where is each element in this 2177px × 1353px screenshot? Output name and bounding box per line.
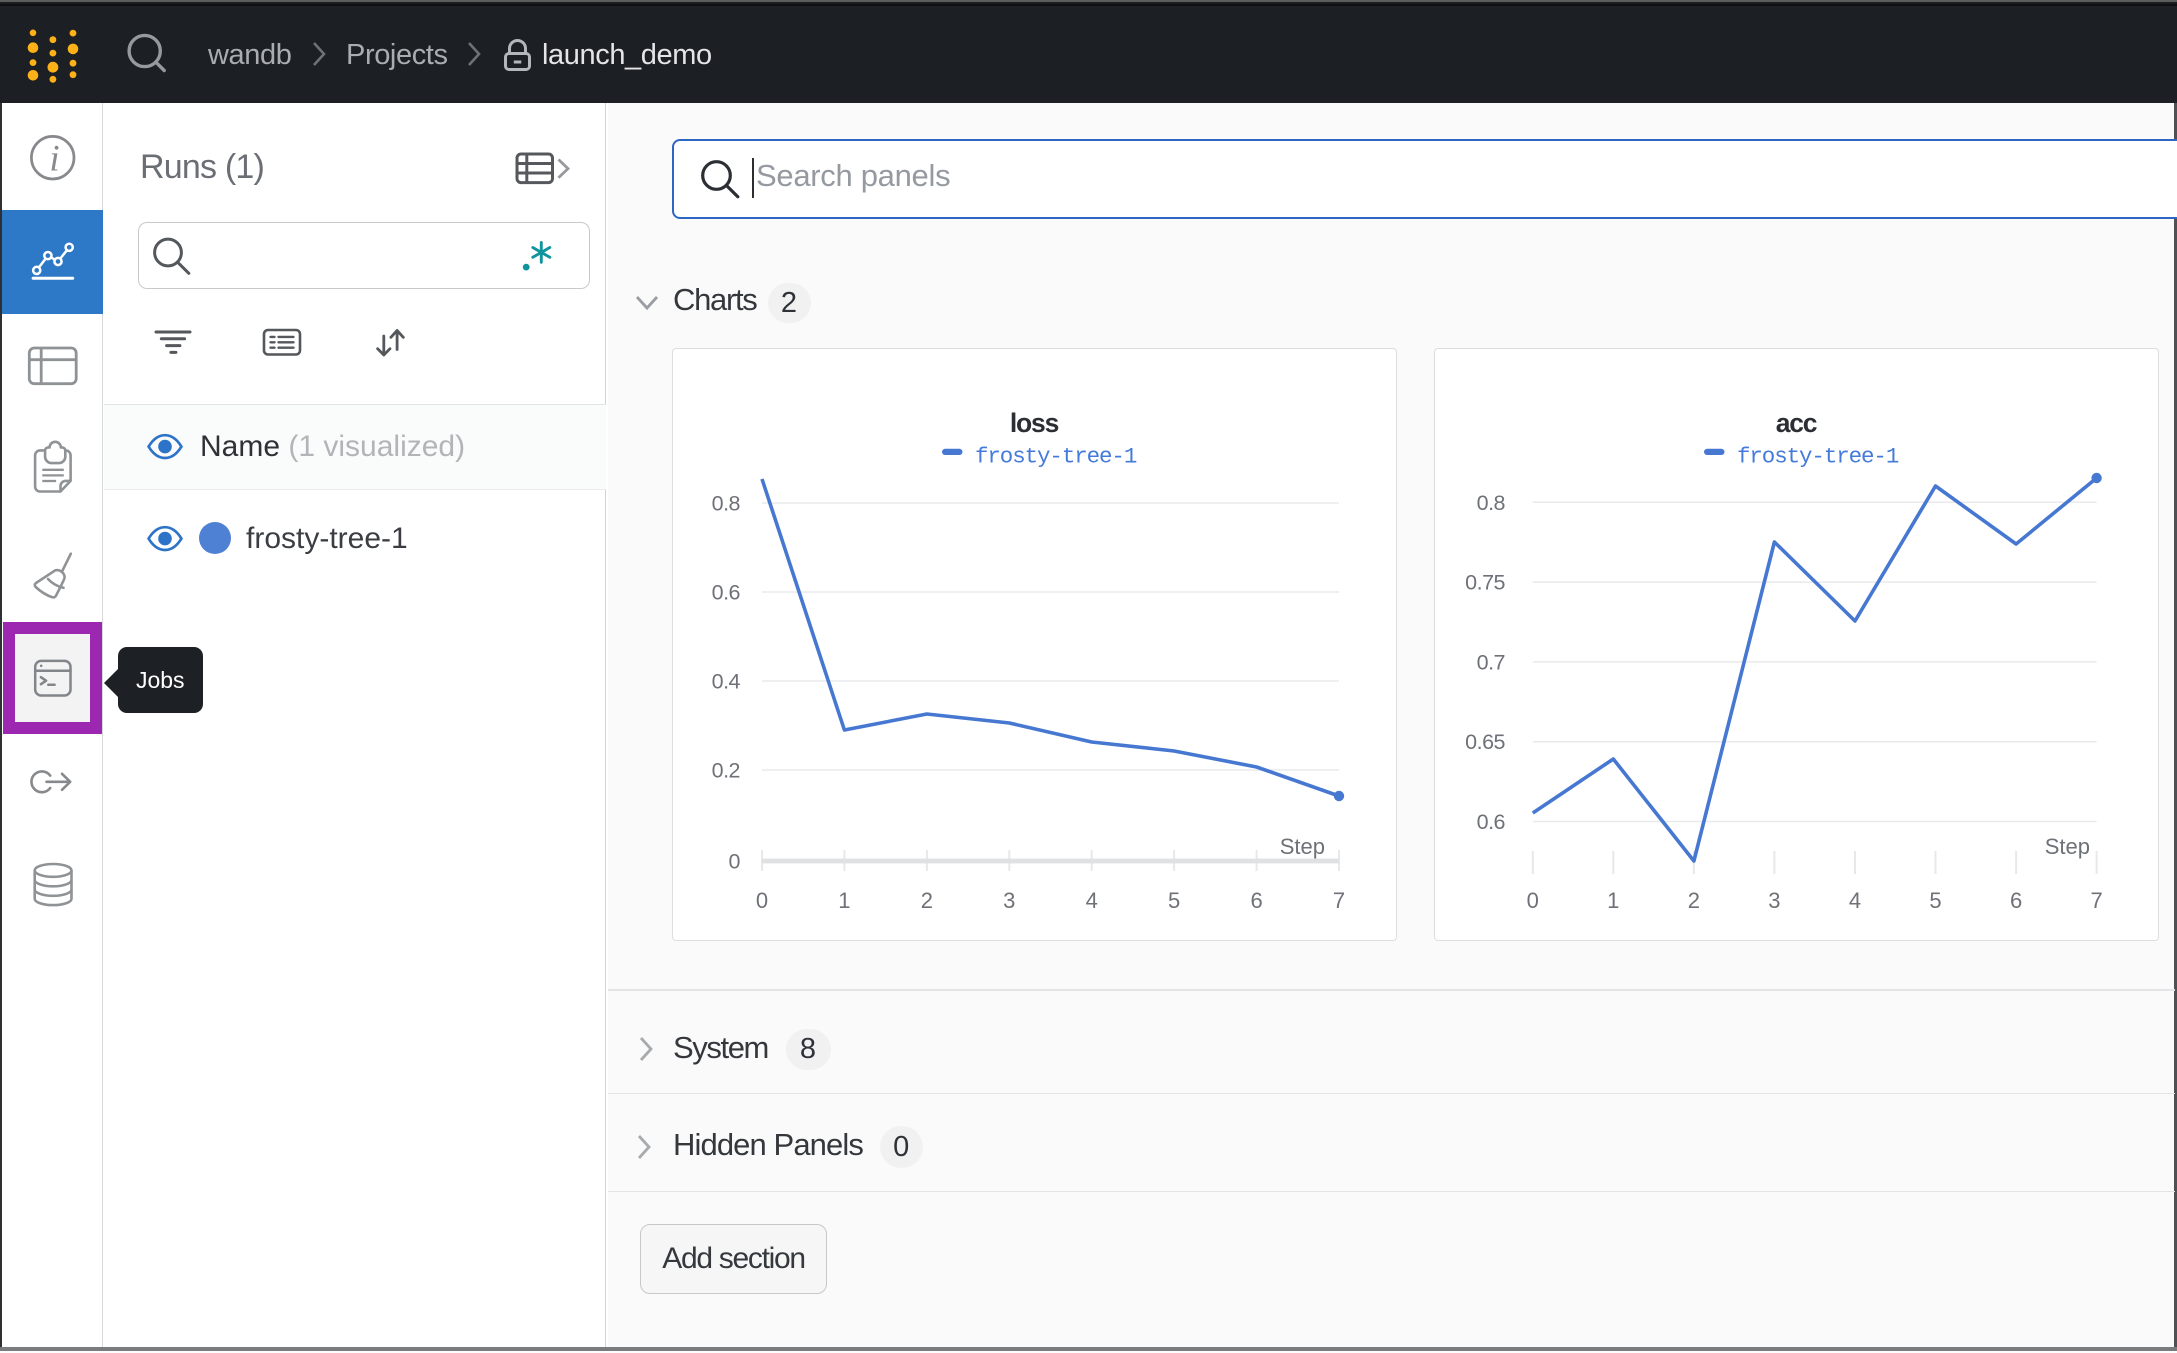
svg-text:0.75: 0.75 [1465,571,1505,595]
svg-text:0.8: 0.8 [1477,491,1506,515]
svg-text:0: 0 [729,850,741,874]
svg-text:frosty-tree-1: frosty-tree-1 [1737,444,1899,470]
svg-text:5: 5 [1929,888,1941,913]
svg-text:0.2: 0.2 [712,759,740,783]
svg-text:1: 1 [1607,888,1619,913]
svg-text:2: 2 [1688,888,1700,913]
svg-text:Step: Step [2045,834,2090,859]
svg-text:i: i [49,139,59,180]
svg-text:2: 2 [921,888,933,913]
svg-text:3: 3 [1003,888,1015,913]
svg-text:acc: acc [1776,408,1817,438]
svg-text:5: 5 [1168,888,1180,913]
svg-text:7: 7 [2090,888,2102,913]
svg-text:7: 7 [1333,888,1345,913]
svg-text:4: 4 [1086,888,1098,913]
svg-text:0.65: 0.65 [1465,730,1505,754]
svg-text:0: 0 [756,888,768,913]
svg-text:0.8: 0.8 [712,492,741,516]
svg-text:0.6: 0.6 [712,581,741,605]
svg-text:loss: loss [1010,408,1059,438]
svg-text:4: 4 [1849,888,1861,913]
svg-text:1: 1 [838,888,850,913]
svg-text:frosty-tree-1: frosty-tree-1 [975,444,1137,470]
svg-text:3: 3 [1768,888,1780,913]
svg-text:0: 0 [1527,888,1539,913]
svg-text:6: 6 [1250,888,1262,913]
svg-text:Step: Step [1280,834,1325,859]
svg-text:0.4: 0.4 [712,670,741,694]
svg-text:0.7: 0.7 [1477,650,1505,674]
svg-text:6: 6 [2010,888,2022,913]
svg-text:0.6: 0.6 [1477,810,1506,834]
